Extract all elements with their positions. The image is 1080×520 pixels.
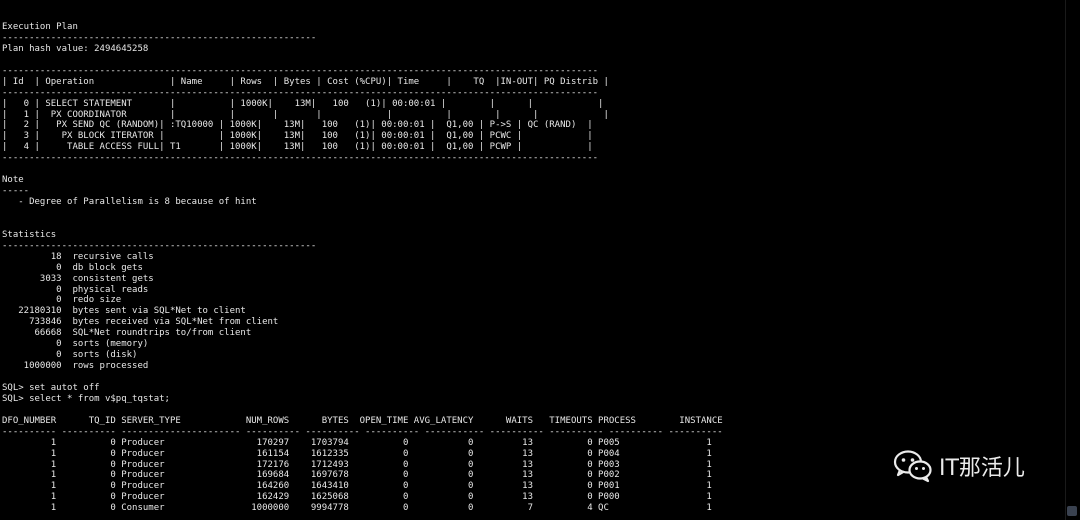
- terminal-line: 1 0 Consumer 1000000 9994778 0 0 7 4 QC …: [2, 503, 712, 514]
- terminal-line: Plan hash value: 2494645258: [2, 43, 149, 54]
- terminal-line: 0 sorts (disk): [2, 350, 138, 361]
- terminal-line: -----: [2, 186, 30, 197]
- terminal-line: | 1 | PX COORDINATOR | | | | | | | | |: [2, 109, 609, 120]
- terminal-line: 18 recursive calls: [2, 251, 154, 262]
- terminal-line: 22180310 bytes sent via SQL*Net to clien…: [2, 306, 246, 317]
- scrollbar[interactable]: [1065, 0, 1080, 520]
- terminal-line: 0 sorts (memory): [2, 339, 149, 350]
- terminal-line: | Id | Operation | Name | Rows | Bytes |…: [2, 76, 609, 87]
- wechat-icon: [893, 450, 932, 483]
- terminal-line: - Degree of Parallelism is 8 because of …: [2, 197, 257, 207]
- terminal-line: Statistics: [2, 229, 57, 240]
- terminal-line: 1 0 Producer 162429 1625068 0 0 13 0 P00…: [2, 492, 712, 503]
- watermark-text: IT那活儿: [939, 456, 1025, 481]
- terminal-line: ----------------------------------------…: [2, 32, 317, 43]
- terminal-line: DFO_NUMBER TQ_ID SERVER_TYPE NUM_ROWS BY…: [2, 415, 723, 426]
- terminal-line: 1000000 rows processed: [2, 361, 149, 372]
- terminal-line: 1 0 Producer 170297 1703794 0 0 13 0 P00…: [2, 437, 712, 448]
- terminal-line: Note: [2, 175, 24, 186]
- terminal-line: ----------------------------------------…: [2, 153, 599, 164]
- terminal-line: ----------------------------------------…: [2, 240, 317, 251]
- terminal-line: SQL> select * from v$pq_tqstat;: [2, 393, 170, 404]
- terminal-line: 0 physical reads: [2, 284, 149, 295]
- terminal-line: | 2 | PX SEND QC (RANDOM)| :TQ10000 | 10…: [2, 120, 593, 131]
- terminal-line: Execution Plan: [2, 22, 78, 32]
- terminal-line: SQL> set autot off: [2, 382, 100, 393]
- terminal-line: | 4 | TABLE ACCESS FULL| T1 | 1000K| 13M…: [2, 142, 593, 153]
- terminal-line: 66668 SQL*Net roundtrips to/from client: [2, 328, 252, 339]
- terminal-line: 0 redo size: [2, 295, 122, 306]
- watermark: IT那活儿: [893, 449, 1025, 483]
- terminal-line: ---------- ---------- ------------------…: [2, 426, 723, 437]
- scroll-handle[interactable]: [1067, 506, 1077, 516]
- terminal-line: | 0 | SELECT STATEMENT | | 1000K| 13M| 1…: [2, 98, 604, 109]
- terminal-line: 0 db block gets: [2, 262, 143, 273]
- terminal-line: 733846 bytes received via SQL*Net from c…: [2, 317, 279, 328]
- terminal-line: ----------------------------------------…: [2, 65, 599, 76]
- terminal-line: ----------------------------------------…: [2, 87, 599, 98]
- terminal-line: 3033 consistent gets: [2, 273, 154, 284]
- terminal-output[interactable]: Execution Plan -------------------------…: [2, 0, 1062, 520]
- terminal-line: 1 0 Producer 164260 1643410 0 0 13 0 P00…: [2, 481, 712, 492]
- terminal-line: | 3 | PX BLOCK ITERATOR | | 1000K| 13M| …: [2, 131, 593, 142]
